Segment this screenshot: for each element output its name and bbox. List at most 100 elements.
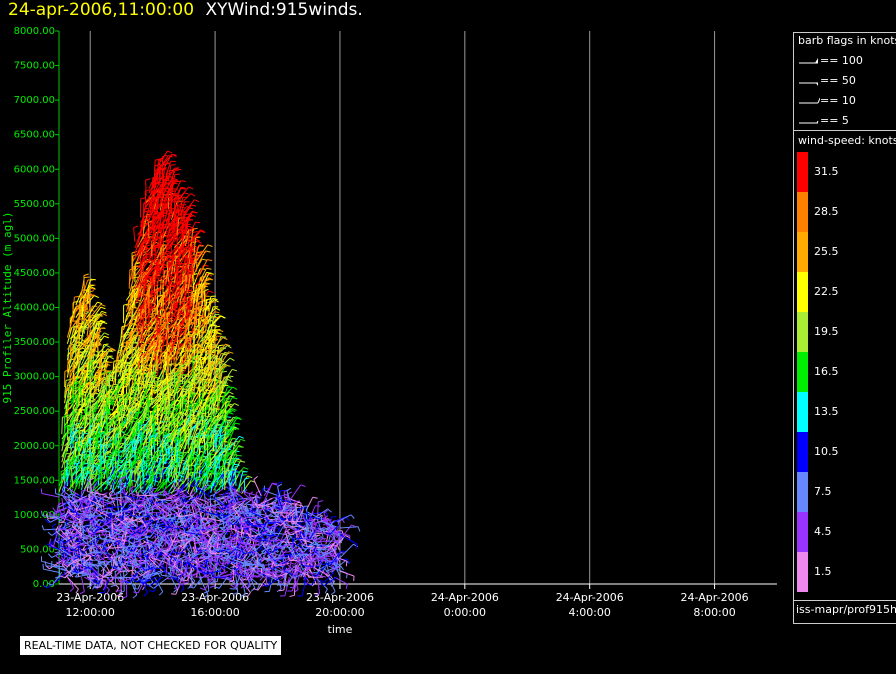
barb-flag — [108, 350, 114, 353]
barb-flag — [88, 513, 94, 516]
barb-flag — [158, 591, 164, 596]
barb-flag — [149, 585, 154, 589]
wind-barb — [120, 326, 123, 341]
wind-barb — [150, 438, 153, 456]
wind-barb — [68, 457, 71, 477]
barb-flag — [97, 301, 103, 305]
y-tick-label: 6500.00 — [14, 130, 55, 141]
wind-barb — [151, 308, 154, 325]
barb-flag — [180, 180, 186, 182]
barb-flag — [132, 594, 138, 599]
barb-flag — [102, 492, 108, 495]
wind-barb — [137, 460, 139, 476]
wind-barb — [119, 361, 122, 377]
wind-barb — [147, 222, 150, 239]
x-tick-date: 24-Apr-2006 — [431, 591, 499, 604]
wind-barb — [173, 199, 176, 215]
barb-flag — [51, 523, 57, 527]
barb-flag — [130, 485, 136, 490]
barb-flag — [70, 488, 73, 494]
barb-flag — [110, 584, 116, 588]
wind-barb — [170, 340, 173, 357]
x-tick-date: 23-Apr-2006 — [181, 591, 249, 604]
barb-flag — [176, 573, 182, 576]
wind-barb — [162, 331, 165, 350]
barb-flag — [103, 343, 109, 346]
barb-flag — [149, 590, 155, 592]
x-tick-time: 8:00:00 — [693, 606, 735, 619]
wind-barb — [158, 423, 161, 443]
wind-barb — [161, 574, 178, 578]
wind-barb — [153, 197, 155, 215]
barb-flag — [83, 391, 89, 394]
barb-flag — [101, 310, 107, 314]
x-tick-date: 23-Apr-2006 — [56, 591, 124, 604]
barb-flag — [163, 502, 165, 508]
wind-barb — [133, 227, 136, 242]
wind-barb — [169, 365, 172, 385]
barb-flag — [133, 225, 139, 229]
barb-flag — [159, 521, 161, 527]
barb-flag — [188, 186, 194, 190]
y-tick-label: 2500.00 — [14, 406, 55, 417]
barb-flag — [65, 525, 71, 529]
barb-flag — [170, 593, 176, 595]
wind-barbs — [40, 150, 361, 599]
barb-flag — [155, 512, 158, 518]
barb-flag — [104, 332, 110, 336]
x-tick-date: 24-Apr-2006 — [556, 591, 624, 604]
x-tick-time: 16:00:00 — [190, 606, 239, 619]
barb-flag — [130, 535, 136, 538]
wind-barb — [156, 160, 159, 179]
barb-flag — [47, 531, 53, 536]
wind-barb — [131, 515, 149, 518]
wind-barb — [133, 368, 136, 387]
wind-barb — [75, 544, 90, 546]
barb-flag — [118, 516, 124, 519]
wind-barb — [153, 180, 155, 200]
barb-flag — [60, 573, 66, 577]
wind-barb — [46, 565, 65, 568]
barb-flag — [191, 204, 197, 207]
y-tick-label: 5500.00 — [14, 199, 55, 210]
barb-flag — [109, 356, 115, 360]
x-tick-time: 12:00:00 — [66, 606, 115, 619]
barb-flag — [167, 150, 173, 154]
wind-barb — [128, 300, 130, 316]
x-tick-time: 4:00:00 — [568, 606, 610, 619]
y-tick-label: 3500.00 — [14, 337, 55, 348]
barb-flag — [135, 490, 138, 496]
barb-flag — [173, 181, 179, 183]
barb-flag — [100, 306, 106, 310]
x-tick-date: 23-Apr-2006 — [306, 591, 374, 604]
barb-flag — [140, 197, 146, 200]
barb-flag — [94, 490, 96, 496]
barb-flag — [166, 447, 172, 450]
barb-flag — [79, 549, 82, 556]
wind-barb — [165, 561, 168, 578]
barb-flag — [100, 303, 106, 307]
barb-flag — [190, 193, 196, 197]
barb-flag — [74, 295, 80, 298]
y-tick-label: 1500.00 — [14, 475, 55, 486]
barb-flag — [164, 554, 170, 557]
barb-flag — [148, 489, 151, 495]
y-tick-label: 3000.00 — [14, 372, 55, 383]
barb-flag — [194, 199, 200, 203]
barb-flag — [185, 552, 189, 558]
wind-barb — [154, 160, 156, 177]
barb-flag — [137, 571, 142, 576]
wind-barb — [125, 462, 127, 480]
wind-barb — [139, 246, 141, 265]
barb-flag — [161, 344, 167, 347]
barb-flag — [41, 525, 45, 531]
y-tick-label: 4000.00 — [14, 303, 55, 314]
barb-flag — [105, 344, 111, 348]
y-tick-label: 5000.00 — [14, 233, 55, 244]
barb-flag — [175, 168, 181, 171]
wind-barb — [162, 224, 165, 245]
y-tick-label: 8000.00 — [14, 26, 55, 37]
wind-barb — [97, 470, 100, 486]
wind-barb — [61, 417, 63, 435]
wind-barb — [162, 293, 165, 312]
